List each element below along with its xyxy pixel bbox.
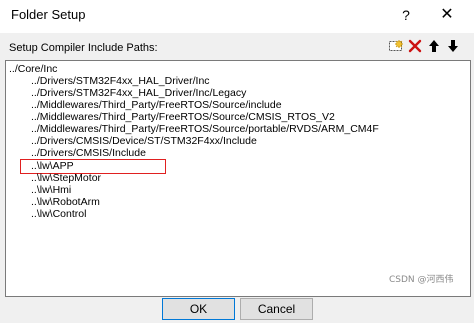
cancel-button[interactable]: Cancel — [240, 298, 313, 320]
help-button[interactable]: ? — [393, 3, 419, 27]
delete-icon[interactable] — [406, 37, 424, 55]
watermark: CSDN @河西伟 — [389, 275, 454, 285]
list-item[interactable]: ..\lw\Control — [31, 208, 86, 221]
window-title: Folder Setup — [11, 7, 86, 22]
include-paths-list[interactable]: ../Core/Inc ../Drivers/STM32F4xx_HAL_Dri… — [5, 60, 471, 297]
ok-button[interactable]: OK — [162, 298, 235, 320]
new-folder-icon[interactable] — [387, 37, 405, 55]
button-bar: OK Cancel — [0, 295, 474, 323]
title-bar: Folder Setup ? ✕ — [0, 0, 474, 33]
move-down-icon[interactable] — [444, 37, 462, 55]
move-up-icon[interactable] — [425, 37, 443, 55]
path-toolbar — [387, 37, 462, 55]
group-label: Setup Compiler Include Paths: — [9, 42, 158, 54]
list-item[interactable]: ../Drivers/CMSIS/Include — [31, 147, 146, 160]
close-button[interactable]: ✕ — [432, 3, 462, 27]
